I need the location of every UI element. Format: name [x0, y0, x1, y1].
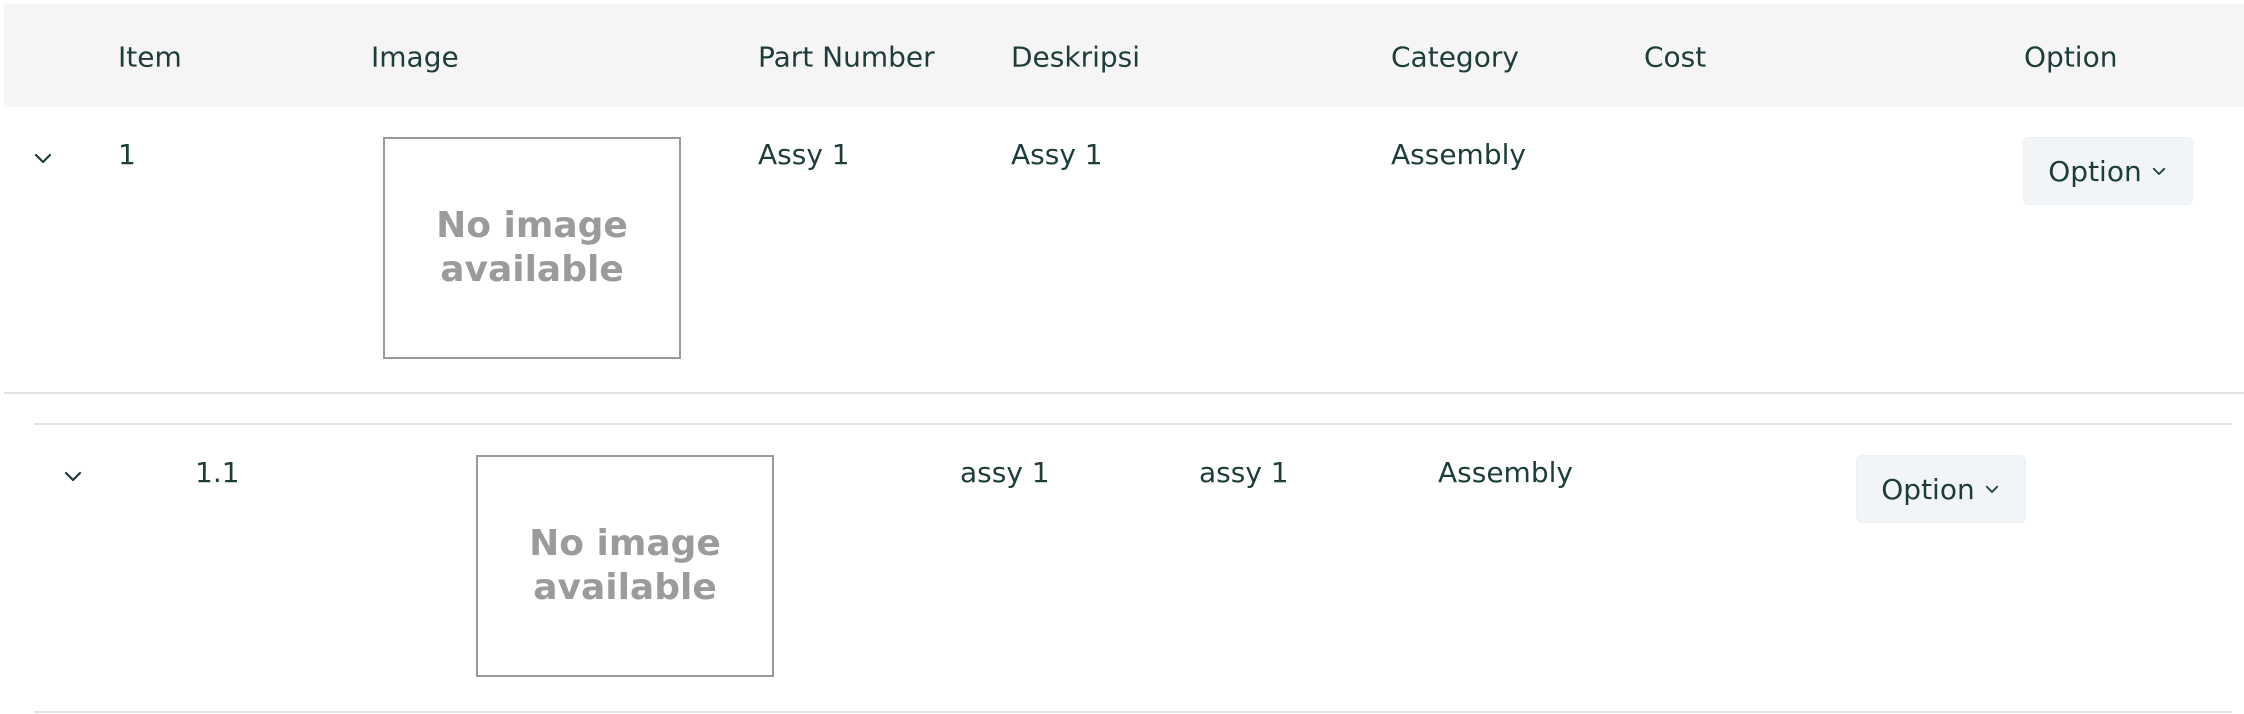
table-header: Item Image Part Number Deskripsi Categor… — [4, 4, 2244, 107]
table-row: 1.1 No image available assy 1 assy 1 Ass… — [34, 425, 2232, 711]
column-header-cost[interactable]: Cost — [1644, 41, 1706, 74]
no-image-text: No image available — [436, 205, 628, 290]
item-number: 1 — [118, 138, 136, 171]
column-header-description[interactable]: Deskripsi — [1011, 41, 1140, 74]
chevron-down-icon[interactable] — [61, 464, 85, 488]
chevron-down-icon — [2152, 167, 2165, 175]
part-number: Assy 1 — [758, 138, 850, 171]
image-placeholder: No image available — [383, 137, 681, 359]
column-header-part-number[interactable]: Part Number — [758, 41, 935, 74]
option-button-label: Option — [2048, 154, 2142, 188]
column-header-image[interactable]: Image — [371, 41, 459, 74]
row-divider — [34, 711, 2232, 713]
table-row: 1 No image available Assy 1 Assy 1 Assem… — [0, 107, 2244, 393]
part-number: assy 1 — [960, 456, 1050, 489]
category: Assembly — [1391, 138, 1526, 171]
option-button[interactable]: Option — [1856, 455, 2026, 523]
column-header-option[interactable]: Option — [2024, 41, 2117, 74]
row-divider — [4, 392, 2244, 394]
column-header-item[interactable]: Item — [118, 41, 182, 74]
category: Assembly — [1438, 456, 1573, 489]
image-placeholder: No image available — [476, 455, 774, 677]
description: assy 1 — [1199, 456, 1289, 489]
no-image-text: No image available — [529, 523, 721, 608]
chevron-down-icon — [1985, 485, 1998, 493]
option-button-label: Option — [1881, 472, 1975, 506]
option-button[interactable]: Option — [2023, 137, 2193, 205]
item-number: 1.1 — [195, 456, 240, 489]
description: Assy 1 — [1011, 138, 1103, 171]
chevron-down-icon[interactable] — [31, 146, 55, 170]
column-header-category[interactable]: Category — [1391, 41, 1519, 74]
